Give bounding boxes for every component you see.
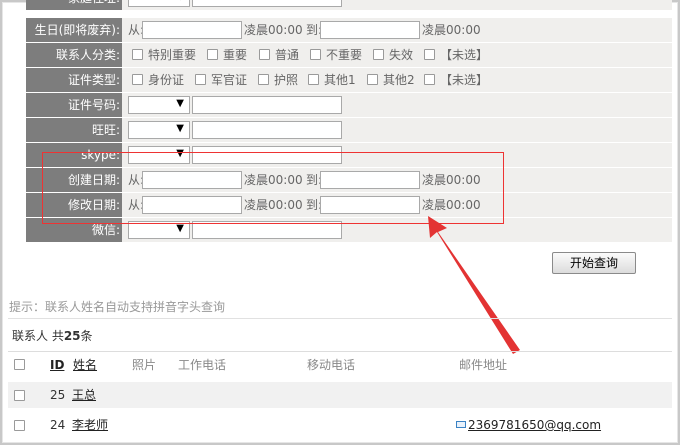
- row-checkbox[interactable]: [14, 390, 25, 401]
- column-name[interactable]: 姓名: [73, 352, 97, 378]
- column-email: 邮件地址: [459, 358, 508, 372]
- table-header: ID 姓名 照片 工作电话 移动电话 邮件地址: [8, 351, 672, 378]
- contact-name-link[interactable]: 李老师: [72, 412, 108, 438]
- table-row: 25 王总: [8, 382, 672, 408]
- column-photo: 照片: [132, 358, 157, 372]
- table-row: 24 李老师 2369781650@qq.com: [8, 412, 672, 438]
- column-id[interactable]: ID: [50, 352, 64, 378]
- contact-email-link[interactable]: 2369781650@qq.com: [468, 412, 601, 438]
- contact-name-link[interactable]: 王总: [72, 382, 96, 408]
- search-button[interactable]: 开始查询: [552, 252, 636, 274]
- contact-count: 联系人 共25条: [12, 329, 93, 343]
- annotation-arrow: [428, 216, 520, 354]
- tip-text: 提示：联系人姓名自动支持拼音字头查询: [9, 300, 226, 314]
- column-work-phone: 工作电话: [178, 358, 227, 372]
- column-mobile: 移动电话: [307, 358, 356, 372]
- mail-icon: [456, 421, 466, 428]
- row-checkbox[interactable]: [14, 420, 25, 431]
- select-all-checkbox[interactable]: [14, 359, 25, 370]
- divider: [8, 318, 672, 319]
- annotation-arrow-shape: [428, 216, 520, 354]
